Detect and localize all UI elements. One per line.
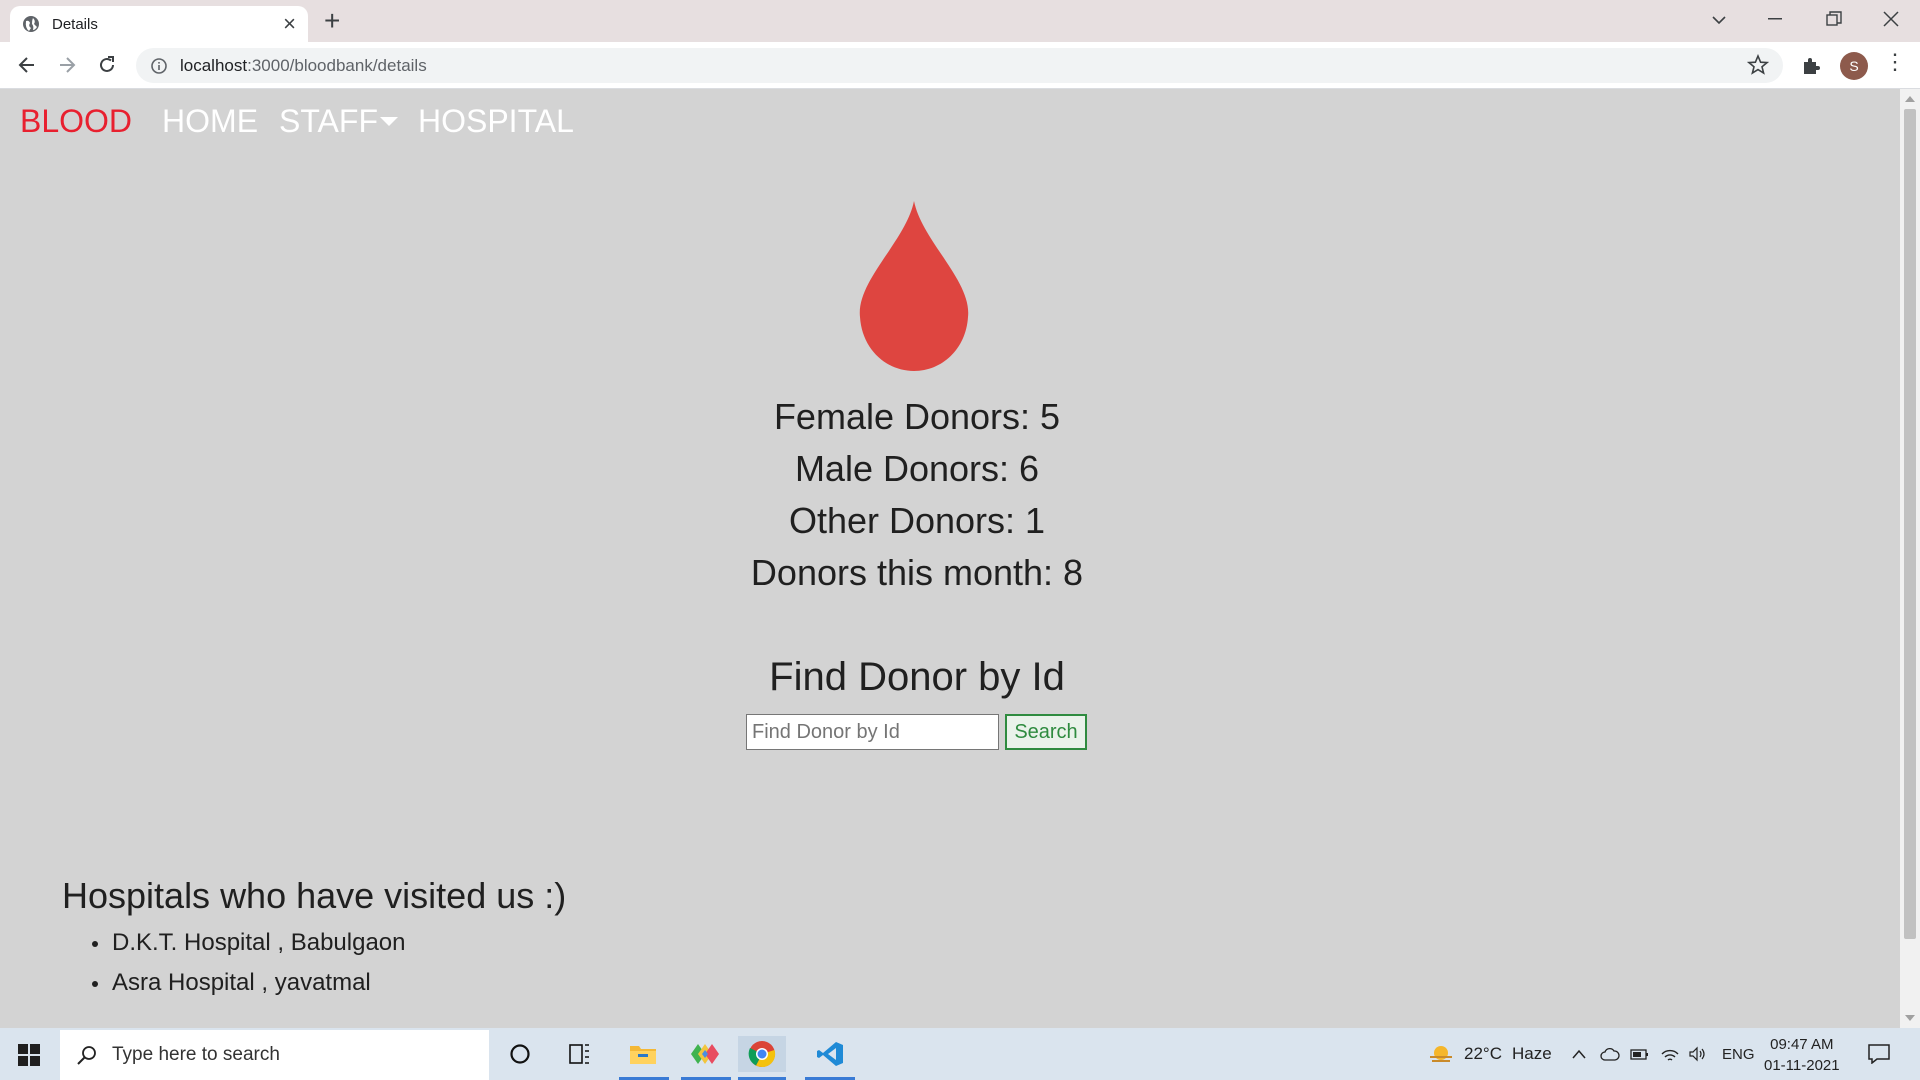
taskbar-clock[interactable]: 09:47 AM 01-11-2021 xyxy=(1764,1034,1840,1076)
scrollbar-thumb[interactable] xyxy=(1904,109,1916,939)
hospitals-section: Hospitals who have visited us :) D.K.T. … xyxy=(62,875,566,1003)
arrow-right-icon xyxy=(60,57,76,73)
browser-titlebar: Details × + xyxy=(0,0,1920,42)
list-item: D.K.T. Hospital , Babulgaon xyxy=(92,923,566,963)
page-content: BLOOD HOME STAFF HOSPITAL Female Donors:… xyxy=(0,89,1900,1028)
weather-desc: Haze xyxy=(1511,1044,1552,1063)
monthly-donors-stat: Donors this month: 8 xyxy=(750,552,1084,593)
globe-icon xyxy=(23,16,39,32)
nav-staff-link[interactable]: STAFF xyxy=(279,103,378,140)
close-window-icon[interactable] xyxy=(1883,11,1899,27)
list-item: Asra Hospital , yavatmal xyxy=(92,963,566,1003)
hospitals-list: D.K.T. Hospital , Babulgaon Asra Hospita… xyxy=(92,923,566,1003)
weather-widget[interactable]: 22°C Haze xyxy=(1428,1028,1552,1080)
weather-haze-icon xyxy=(1430,1046,1452,1062)
restore-icon[interactable] xyxy=(1826,11,1842,27)
female-donors-stat: Female Donors: 5 xyxy=(773,396,1061,437)
url-text: localhost:3000/bloodbank/details xyxy=(180,55,427,75)
donor-stats: Female Donors: 5 Male Donors: 6 Other Do… xyxy=(0,391,1834,599)
back-button[interactable] xyxy=(13,51,41,79)
male-donors-stat: Male Donors: 6 xyxy=(794,448,1040,489)
language-indicator[interactable]: ENG xyxy=(1722,1046,1755,1063)
staff-dropdown-caret-icon[interactable] xyxy=(379,117,398,126)
page-scrollbar[interactable] xyxy=(1900,89,1920,1028)
bookmark-star-icon[interactable] xyxy=(1747,54,1769,76)
wifi-icon[interactable] xyxy=(1660,1046,1680,1062)
file-explorer-icon[interactable] xyxy=(625,1036,661,1072)
info-icon[interactable] xyxy=(150,57,168,75)
blood-drop-icon xyxy=(859,201,969,371)
taskbar-search-box[interactable]: Type here to search xyxy=(60,1030,489,1080)
chevron-up-icon[interactable] xyxy=(1572,1049,1586,1059)
new-tab-button[interactable]: + xyxy=(324,7,340,35)
extensions-puzzle-icon[interactable] xyxy=(1801,55,1823,77)
reload-icon xyxy=(100,56,114,72)
browser-tab[interactable]: Details × xyxy=(10,6,308,42)
arrow-left-icon xyxy=(18,57,34,73)
scroll-up-arrow-icon[interactable] xyxy=(1905,96,1915,102)
profile-avatar[interactable]: S xyxy=(1840,52,1868,80)
task-view-icon[interactable] xyxy=(562,1036,598,1072)
search-icon xyxy=(77,1046,96,1065)
chrome-taskbar-icon[interactable] xyxy=(738,1036,786,1072)
app-diamond-icon[interactable] xyxy=(687,1036,723,1072)
notifications-icon[interactable] xyxy=(1868,1044,1890,1064)
volume-icon[interactable] xyxy=(1688,1046,1708,1062)
site-navbar: BLOOD HOME STAFF HOSPITAL xyxy=(20,103,595,140)
donor-id-input[interactable] xyxy=(746,714,999,750)
tab-title: Details xyxy=(52,15,98,33)
browser-menu-icon[interactable]: ⋮ xyxy=(1884,51,1906,73)
find-donor-form: Search xyxy=(746,714,1087,750)
close-tab-icon[interactable]: × xyxy=(283,13,296,35)
onedrive-cloud-icon[interactable] xyxy=(1600,1047,1620,1061)
cortana-icon[interactable] xyxy=(502,1036,538,1072)
taskbar-search-placeholder: Type here to search xyxy=(112,1044,280,1065)
vscode-taskbar-icon[interactable] xyxy=(812,1036,848,1072)
weather-temp: 22°C xyxy=(1464,1044,1502,1063)
clock-time: 09:47 AM xyxy=(1770,1036,1834,1053)
windows-taskbar: Type here to search 22°C Haze ENG 09:47 … xyxy=(0,1028,1920,1080)
forward-button[interactable] xyxy=(53,51,81,79)
reload-button[interactable] xyxy=(93,51,121,79)
minimize-icon[interactable] xyxy=(1768,18,1782,20)
brand-logo-text[interactable]: BLOOD xyxy=(20,103,132,140)
browser-toolbar: localhost:3000/bloodbank/details S ⋮ xyxy=(0,42,1920,89)
nav-hospital-link[interactable]: HOSPITAL xyxy=(418,103,574,140)
scroll-down-arrow-icon[interactable] xyxy=(1905,1015,1915,1021)
other-donors-stat: Other Donors: 1 xyxy=(788,500,1046,541)
clock-date: 01-11-2021 xyxy=(1764,1057,1840,1074)
address-bar[interactable]: localhost:3000/bloodbank/details xyxy=(136,48,1783,83)
nav-home-link[interactable]: HOME xyxy=(162,103,258,140)
windows-start-icon[interactable] xyxy=(18,1044,40,1066)
hospitals-heading: Hospitals who have visited us :) xyxy=(62,875,567,916)
battery-icon[interactable] xyxy=(1630,1047,1650,1061)
tab-search-icon[interactable] xyxy=(1711,12,1727,28)
search-button[interactable]: Search xyxy=(1005,714,1087,750)
find-donor-heading: Find Donor by Id xyxy=(769,655,1065,699)
system-tray: ENG xyxy=(1572,1028,1755,1080)
